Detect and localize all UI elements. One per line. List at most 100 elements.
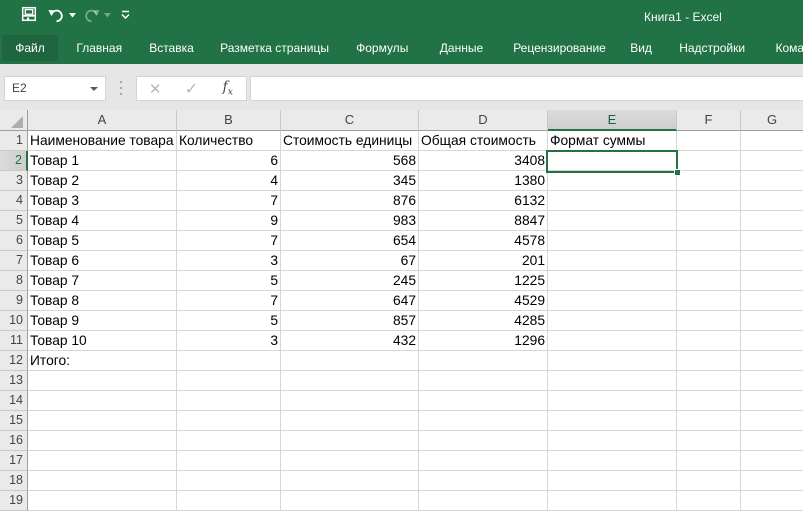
cell-E13[interactable]	[548, 371, 677, 391]
cell-E18[interactable]	[548, 471, 677, 491]
cell-A10[interactable]: Товар 9	[28, 311, 177, 331]
cell-B5[interactable]: 9	[177, 211, 281, 231]
cell-D4[interactable]: 6132	[419, 191, 548, 211]
row-header-18[interactable]: 18	[0, 471, 28, 491]
cell-G16[interactable]	[741, 431, 803, 451]
cell-F1[interactable]	[677, 131, 741, 151]
formula-input[interactable]	[250, 76, 803, 101]
cell-A7[interactable]: Товар 6	[28, 251, 177, 271]
cell-B2[interactable]: 6	[177, 151, 281, 171]
row-header-12[interactable]: 12	[0, 351, 28, 371]
cell-B15[interactable]	[177, 411, 281, 431]
cell-B16[interactable]	[177, 431, 281, 451]
col-header-E[interactable]: E	[548, 110, 677, 131]
row-header-4[interactable]: 4	[0, 191, 28, 211]
cell-D9[interactable]: 4529	[419, 291, 548, 311]
cell-F8[interactable]	[677, 271, 741, 291]
cell-F11[interactable]	[677, 331, 741, 351]
cell-G1[interactable]	[741, 131, 803, 151]
row-header-16[interactable]: 16	[0, 431, 28, 451]
cell-E2[interactable]	[548, 151, 677, 171]
row-header-15[interactable]: 15	[0, 411, 28, 431]
cell-F19[interactable]	[677, 491, 741, 511]
ribbon-tab-главная[interactable]: Главная	[76, 32, 122, 64]
cell-B14[interactable]	[177, 391, 281, 411]
cell-E8[interactable]	[548, 271, 677, 291]
col-header-B[interactable]: B	[177, 110, 281, 131]
cell-E11[interactable]	[548, 331, 677, 351]
row-header-1[interactable]: 1	[0, 131, 28, 151]
cell-F14[interactable]	[677, 391, 741, 411]
cell-F5[interactable]	[677, 211, 741, 231]
save-button[interactable]	[20, 5, 37, 22]
cell-F12[interactable]	[677, 351, 741, 371]
cell-G3[interactable]	[741, 171, 803, 191]
cell-A19[interactable]	[28, 491, 177, 511]
cell-B19[interactable]	[177, 491, 281, 511]
cell-A3[interactable]: Товар 2	[28, 171, 177, 191]
name-box-dropdown-icon[interactable]	[90, 87, 98, 91]
cell-B7[interactable]: 3	[177, 251, 281, 271]
ribbon-tab-рецензирование[interactable]: Рецензирование	[513, 32, 606, 64]
redo-button[interactable]	[83, 8, 100, 23]
cell-G5[interactable]	[741, 211, 803, 231]
cell-C14[interactable]	[281, 391, 419, 411]
cell-D8[interactable]: 1225	[419, 271, 548, 291]
row-header-6[interactable]: 6	[0, 231, 28, 251]
cell-G4[interactable]	[741, 191, 803, 211]
cell-D12[interactable]	[419, 351, 548, 371]
cell-D13[interactable]	[419, 371, 548, 391]
cell-F17[interactable]	[677, 451, 741, 471]
cell-B10[interactable]: 5	[177, 311, 281, 331]
cell-F6[interactable]	[677, 231, 741, 251]
cell-C2[interactable]: 568	[281, 151, 419, 171]
cell-B8[interactable]: 5	[177, 271, 281, 291]
cell-G15[interactable]	[741, 411, 803, 431]
cell-B11[interactable]: 3	[177, 331, 281, 351]
col-header-D[interactable]: D	[419, 110, 548, 131]
cell-E15[interactable]	[548, 411, 677, 431]
cell-B6[interactable]: 7	[177, 231, 281, 251]
col-header-C[interactable]: C	[281, 110, 419, 131]
cell-G17[interactable]	[741, 451, 803, 471]
cell-C16[interactable]	[281, 431, 419, 451]
row-header-7[interactable]: 7	[0, 251, 28, 271]
col-header-G[interactable]: G	[741, 110, 803, 131]
cell-D5[interactable]: 8847	[419, 211, 548, 231]
row-header-5[interactable]: 5	[0, 211, 28, 231]
cell-D1[interactable]: Общая стоимость	[419, 131, 548, 151]
cell-C6[interactable]: 654	[281, 231, 419, 251]
row-header-17[interactable]: 17	[0, 451, 28, 471]
cell-G7[interactable]	[741, 251, 803, 271]
row-header-3[interactable]: 3	[0, 171, 28, 191]
insert-function-button[interactable]: fx	[210, 77, 246, 100]
ribbon-tab-разметка-страницы[interactable]: Разметка страницы	[220, 32, 329, 64]
cell-A9[interactable]: Товар 8	[28, 291, 177, 311]
row-header-9[interactable]: 9	[0, 291, 28, 311]
cell-B12[interactable]	[177, 351, 281, 371]
col-header-A[interactable]: A	[28, 110, 177, 131]
cell-G12[interactable]	[741, 351, 803, 371]
cell-D15[interactable]	[419, 411, 548, 431]
cell-F9[interactable]	[677, 291, 741, 311]
cell-C19[interactable]	[281, 491, 419, 511]
ribbon-tab-file[interactable]: Файл	[2, 35, 58, 61]
cell-B18[interactable]	[177, 471, 281, 491]
ribbon-tab-вставка[interactable]: Вставка	[149, 32, 194, 64]
cell-B9[interactable]: 7	[177, 291, 281, 311]
cell-F4[interactable]	[677, 191, 741, 211]
cell-C4[interactable]: 876	[281, 191, 419, 211]
cell-C10[interactable]: 857	[281, 311, 419, 331]
cell-F2[interactable]	[677, 151, 741, 171]
cell-A12[interactable]: Итого:	[28, 351, 177, 371]
cell-E16[interactable]	[548, 431, 677, 451]
cell-B17[interactable]	[177, 451, 281, 471]
cell-B1[interactable]: Количество	[177, 131, 281, 151]
cell-F16[interactable]	[677, 431, 741, 451]
cell-E6[interactable]	[548, 231, 677, 251]
cell-A2[interactable]: Товар 1	[28, 151, 177, 171]
row-header-14[interactable]: 14	[0, 391, 28, 411]
cell-E17[interactable]	[548, 451, 677, 471]
cell-G6[interactable]	[741, 231, 803, 251]
cell-B4[interactable]: 7	[177, 191, 281, 211]
